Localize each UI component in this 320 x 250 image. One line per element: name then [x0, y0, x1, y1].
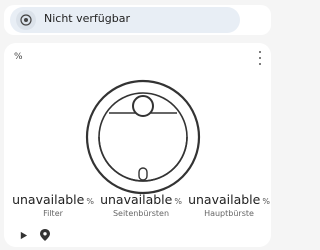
- robot-vacuum-illustration: [85, 79, 201, 195]
- vacuum-card: % unavailable% Filter unavailable% Seite…: [4, 43, 271, 247]
- side-brush-label: Seitenbürsten: [112, 209, 170, 218]
- main-brush-label: Hauptbürste: [204, 209, 254, 218]
- main-brush-stat: unavailable% Hauptbürste: [186, 189, 272, 218]
- side-brush-stat: unavailable% Seitenbürsten: [98, 189, 184, 218]
- status-chip[interactable]: Nicht verfügbar: [10, 7, 240, 33]
- side-brush-unit: %: [174, 197, 182, 206]
- filter-value: unavailable: [12, 192, 85, 207]
- robot-vacuum-icon: [16, 10, 36, 30]
- filter-stat: unavailable% Filter: [10, 189, 96, 218]
- filter-label: Filter: [43, 209, 63, 218]
- map-marker-icon[interactable]: [38, 228, 52, 242]
- main-brush-value: unavailable: [188, 192, 261, 207]
- status-text: Nicht verfügbar: [44, 12, 130, 25]
- more-vert-icon[interactable]: [255, 51, 265, 65]
- play-icon[interactable]: [16, 228, 30, 242]
- filter-unit: %: [86, 197, 94, 206]
- main-brush-unit: %: [262, 197, 270, 206]
- side-brush-value: unavailable: [100, 192, 173, 207]
- percent-label: %: [14, 52, 23, 62]
- status-card: Nicht verfügbar: [4, 5, 271, 35]
